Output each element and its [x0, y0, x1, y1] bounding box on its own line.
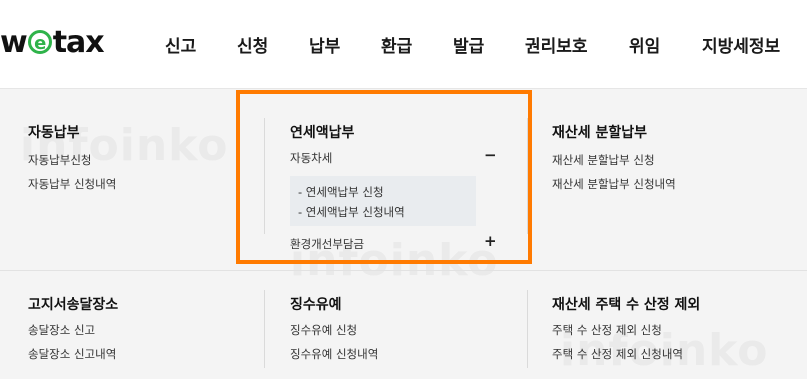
- link-annual-prepay-history[interactable]: - 연세액납부 신청내역: [298, 204, 405, 220]
- accordion-env-charge[interactable]: 환경개선부담금: [290, 236, 364, 252]
- link-house-count-apply[interactable]: 주택 수 산정 제외 신청: [552, 322, 662, 338]
- section-title-house-count: 재산세 주택 수 산정 제외: [552, 297, 701, 313]
- link-property-split-apply[interactable]: 재산세 분할납부 신청: [552, 152, 655, 168]
- section-title-auto-pay: 자동납부: [28, 125, 80, 141]
- column-divider: [264, 290, 265, 368]
- section-title-annual-prepay: 연세액납부: [290, 125, 355, 141]
- link-deferral-history[interactable]: 징수유예 신청내역: [290, 346, 378, 362]
- nav-item-delegate[interactable]: 위임: [629, 32, 660, 57]
- link-auto-pay-apply[interactable]: 자동납부신청: [28, 152, 91, 168]
- nav-item-apply[interactable]: 신청: [237, 32, 268, 57]
- link-annual-prepay-apply[interactable]: - 연세액납부 신청: [298, 184, 384, 200]
- link-house-count-history[interactable]: 주택 수 산정 제외 신청내역: [552, 346, 683, 362]
- section-title-notice-place: 고지서송달장소: [28, 297, 119, 313]
- link-property-split-history[interactable]: 재산세 분할납부 신청내역: [552, 176, 676, 192]
- section-title-property-split: 재산세 분할납부: [552, 125, 648, 141]
- nav-item-report[interactable]: 신고: [165, 32, 196, 57]
- link-notice-place-history[interactable]: 송달장소 신고내역: [28, 346, 116, 362]
- section-title-deferral: 징수유예: [290, 297, 342, 313]
- link-auto-pay-history[interactable]: 자동납부 신청내역: [28, 176, 116, 192]
- column-divider: [527, 118, 528, 234]
- row-divider: [0, 270, 807, 271]
- collapse-icon[interactable]: −: [484, 146, 497, 164]
- column-divider: [527, 290, 528, 368]
- accordion-car-tax[interactable]: 자동차세: [290, 150, 332, 166]
- nav-item-rights[interactable]: 권리보호: [525, 32, 588, 57]
- nav-item-issue[interactable]: 발급: [453, 32, 484, 57]
- header: w e tax 신고 신청 납부 환급 발급 권리보호 위임 지방세정보: [0, 0, 807, 89]
- nav-item-payment[interactable]: 납부: [309, 32, 340, 57]
- main-nav: 신고 신청 납부 환급 발급 권리보호 위임 지방세정보: [0, 32, 807, 60]
- column-divider: [264, 118, 265, 234]
- nav-item-local-tax-info[interactable]: 지방세정보: [702, 32, 780, 57]
- expand-icon[interactable]: +: [484, 232, 497, 250]
- link-deferral-apply[interactable]: 징수유예 신청: [290, 322, 357, 338]
- link-notice-place-report[interactable]: 송달장소 신고: [28, 322, 95, 338]
- nav-item-refund[interactable]: 환급: [381, 32, 412, 57]
